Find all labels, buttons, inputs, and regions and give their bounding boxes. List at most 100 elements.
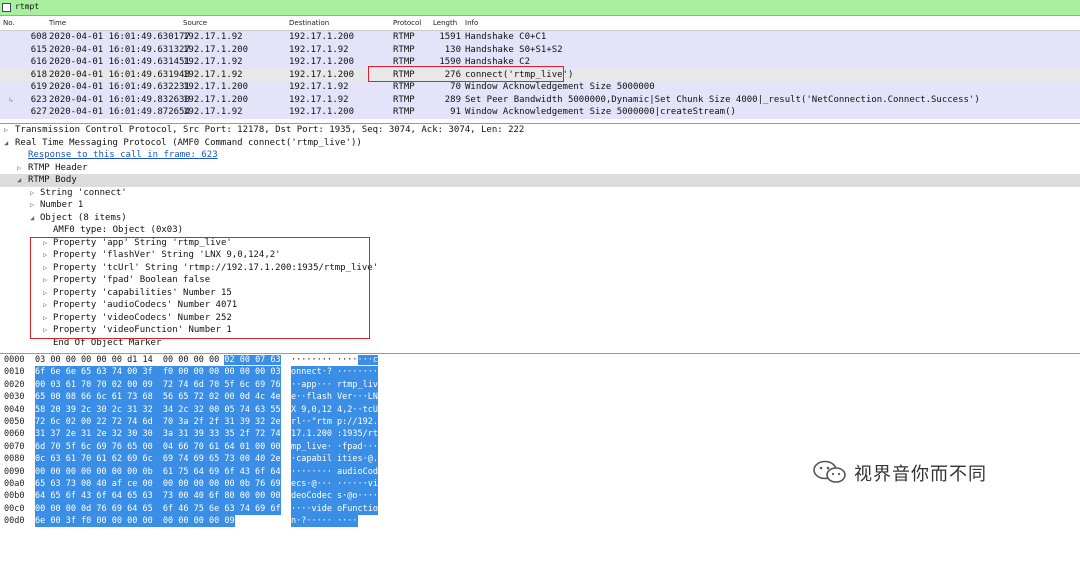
ascii-selected: deoCodec s·@o···· [291, 490, 378, 503]
tree-item-tcp[interactable]: ▷ Transmission Control Protocol, Src Por… [0, 124, 1080, 137]
hex-bytes-selected: 02 00 07 63 [224, 355, 281, 365]
collapse-arrow-icon[interactable]: ◢ [4, 137, 8, 150]
collapse-arrow-icon[interactable]: ◢ [30, 212, 34, 225]
col-header-info[interactable]: Info [465, 19, 478, 27]
packet-no: 618 [30, 69, 47, 80]
tree-item-string[interactable]: ▷ String 'connect' [0, 187, 1080, 200]
hex-row[interactable]: 0000 03 00 00 00 00 00 d1 14 00 00 00 00… [0, 354, 1080, 366]
hex-row[interactable]: 0010 6f 6e 6e 65 63 74 00 3f f0 00 00 00… [0, 366, 1080, 379]
packet-row[interactable]: 615 2020-04-01 16:01:49.631327 192.17.1.… [0, 43, 1080, 56]
hex-offset: 00c0 [4, 503, 25, 514]
hex-bytes-selected: 65 63 73 00 40 af ce 00 00 00 00 00 00 0… [35, 477, 281, 491]
hex-bytes-selected: 00 00 00 00 00 00 00 0b 61 75 64 69 6f 4… [35, 465, 281, 478]
hex-bytes-unselected: 03 00 00 00 00 00 d1 14 00 00 00 00 [35, 355, 225, 365]
hex-bytes-selected: 00 03 61 70 70 02 00 09 72 74 6d 70 5f 6… [35, 378, 281, 392]
tree-item-number[interactable]: ▷ Number 1 [0, 199, 1080, 212]
ascii-selected: ········ audioCod [291, 465, 378, 478]
packet-row[interactable]: ↳ 623 2020-04-01 16:01:49.832630 192.17.… [0, 93, 1080, 106]
packet-time: 2020-04-01 16:01:49.632231 [49, 82, 190, 92]
tree-item-response-link[interactable]: Response to this call in frame: 623 [0, 149, 1080, 162]
col-header-time[interactable]: Time [49, 19, 66, 27]
packet-no: 619 [30, 82, 47, 92]
packet-row[interactable]: 608 2020-04-01 16:01:49.630177 192.17.1.… [0, 31, 1080, 44]
tree-item-label: RTMP Header [28, 162, 88, 173]
ascii-selected: ···c [357, 355, 379, 365]
hex-offset: 00d0 [4, 516, 25, 527]
packet-length: 70 [450, 82, 461, 92]
ascii-bytes: ········ ·······c [291, 354, 379, 366]
packet-length: 91 [450, 107, 461, 117]
hex-row[interactable]: 00c0 00 00 00 0d 76 69 64 65 6f 46 75 6e… [0, 502, 1080, 516]
packet-source: 192.17.1.200 [183, 44, 249, 55]
hex-row[interactable]: 0070 6d 70 5f 6c 69 76 65 00 04 66 70 61… [0, 440, 1080, 454]
hex-bytes-selected: 64 65 6f 43 6f 64 65 63 73 00 40 6f 80 0… [35, 490, 281, 503]
col-header-no[interactable]: No. [3, 19, 15, 27]
expand-arrow-icon[interactable]: ▷ [17, 162, 21, 175]
tree-item-amf0-type[interactable]: AMF0 type: Object (0x03) [0, 224, 1080, 237]
expand-arrow-icon[interactable]: ▷ [4, 124, 8, 137]
packet-destination: 192.17.1.200 [289, 32, 355, 42]
packet-time: 2020-04-01 16:01:49.631451 [49, 57, 190, 67]
tree-item-label: Real Time Messaging Protocol (AMF0 Comma… [15, 137, 362, 148]
packet-no: 608 [30, 32, 47, 42]
ascii-selected: 17.1.200 :1935/rt [291, 428, 378, 441]
packet-no: 623 [30, 94, 47, 105]
hex-bytes-selected: 31 37 2e 31 2e 32 30 30 3a 31 39 33 35 2… [35, 428, 281, 441]
hex-offset: 0060 [4, 429, 25, 440]
col-header-source[interactable]: Source [183, 19, 207, 27]
hex-offset: 0050 [4, 416, 25, 427]
hex-bytes-selected: 6d 70 5f 6c 69 76 65 00 04 66 70 61 64 0… [35, 440, 281, 454]
hex-row[interactable]: 0020 00 03 61 70 70 02 00 09 72 74 6d 70… [0, 378, 1080, 392]
packet-bytes-pane[interactable]: 0000 03 00 00 00 00 00 d1 14 00 00 00 00… [0, 353, 1080, 528]
tree-item-rtmp[interactable]: ◢ Real Time Messaging Protocol (AMF0 Com… [0, 137, 1080, 150]
hex-row[interactable]: 00d0 6e 00 3f f0 00 00 00 00 00 00 00 00… [0, 515, 1080, 528]
ascii-selected: ··app··· rtmp_liv [291, 378, 378, 392]
packet-destination: 192.17.1.92 [289, 44, 349, 55]
packet-destination: 192.17.1.200 [289, 57, 355, 67]
packet-info: Window Acknowledgement Size 5000000|crea… [465, 107, 736, 117]
watermark-text: 视界音你而不同 [854, 464, 987, 485]
packet-time: 2020-04-01 16:01:49.631948 [49, 69, 190, 80]
hex-offset: 00b0 [4, 491, 25, 502]
tree-item-label: AMF0 type: Object (0x03) [53, 225, 184, 235]
tree-item-label: Transmission Control Protocol, Src Port:… [15, 125, 525, 135]
packet-row[interactable]: 619 2020-04-01 16:01:49.632231 192.17.1.… [0, 81, 1080, 94]
col-header-length[interactable]: Length [433, 19, 457, 27]
packet-source: 192.17.1.92 [183, 107, 243, 117]
ascii-selected: mp_live· ·fpad··· [291, 440, 378, 454]
packet-row[interactable]: 627 2020-04-01 16:01:49.872654 192.17.1.… [0, 106, 1080, 119]
hex-row[interactable]: 00b0 64 65 6f 43 6f 64 65 63 73 00 40 6f… [0, 490, 1080, 503]
hex-offset: 0090 [4, 466, 25, 477]
display-filter-input[interactable]: rtmpt [15, 2, 39, 11]
hex-row[interactable]: 0060 31 37 2e 31 2e 32 30 30 3a 31 39 33… [0, 428, 1080, 441]
packet-time: 2020-04-01 16:01:49.872654 [49, 107, 190, 117]
collapse-arrow-icon[interactable]: ◢ [17, 174, 21, 187]
expand-arrow-icon[interactable]: ▷ [30, 199, 34, 212]
packet-destination: 192.17.1.92 [289, 82, 349, 92]
hex-offset: 0010 [4, 367, 25, 378]
display-filter-bar[interactable]: rtmpt [0, 0, 1080, 16]
expand-arrow-icon[interactable]: ▷ [30, 187, 34, 200]
packet-protocol: RTMP [393, 44, 415, 55]
packet-source: 192.17.1.200 [183, 82, 249, 92]
highlight-box-connect [368, 66, 564, 82]
response-frame-link[interactable]: Response to this call in frame: 623 [28, 149, 218, 162]
watermark: 视界音你而不同 [812, 458, 1074, 488]
ascii-selected: n·?····· ···· [291, 515, 358, 528]
col-header-destination[interactable]: Destination [289, 19, 329, 27]
packet-no: 627 [30, 107, 47, 117]
hex-offset: 0000 [4, 355, 25, 365]
hex-row[interactable]: 0030 65 00 08 66 6c 61 73 68 56 65 72 02… [0, 391, 1080, 404]
filter-bookmark-icon[interactable] [2, 3, 11, 12]
hex-row[interactable]: 0050 72 6c 02 00 22 72 74 6d 70 3a 2f 2f… [0, 415, 1080, 429]
tree-item-rtmp-header[interactable]: ▷ RTMP Header [0, 162, 1080, 175]
col-header-protocol[interactable]: Protocol [393, 19, 421, 27]
tree-item-object[interactable]: ◢ Object (8 items) [0, 212, 1080, 225]
hex-bytes-selected: 65 00 08 66 6c 61 73 68 56 65 72 02 00 0… [35, 391, 281, 404]
packet-no: 616 [30, 57, 47, 67]
packet-info: Handshake C0+C1 [465, 32, 547, 42]
tree-item-rtmp-body[interactable]: ◢ RTMP Body [0, 174, 1080, 187]
hex-row[interactable]: 0040 58 20 39 2c 30 2c 31 32 34 2c 32 00… [0, 403, 1080, 416]
packet-source: 192.17.1.92 [183, 69, 243, 80]
packet-details-pane[interactable]: ▷ Transmission Control Protocol, Src Por… [0, 123, 1080, 353]
